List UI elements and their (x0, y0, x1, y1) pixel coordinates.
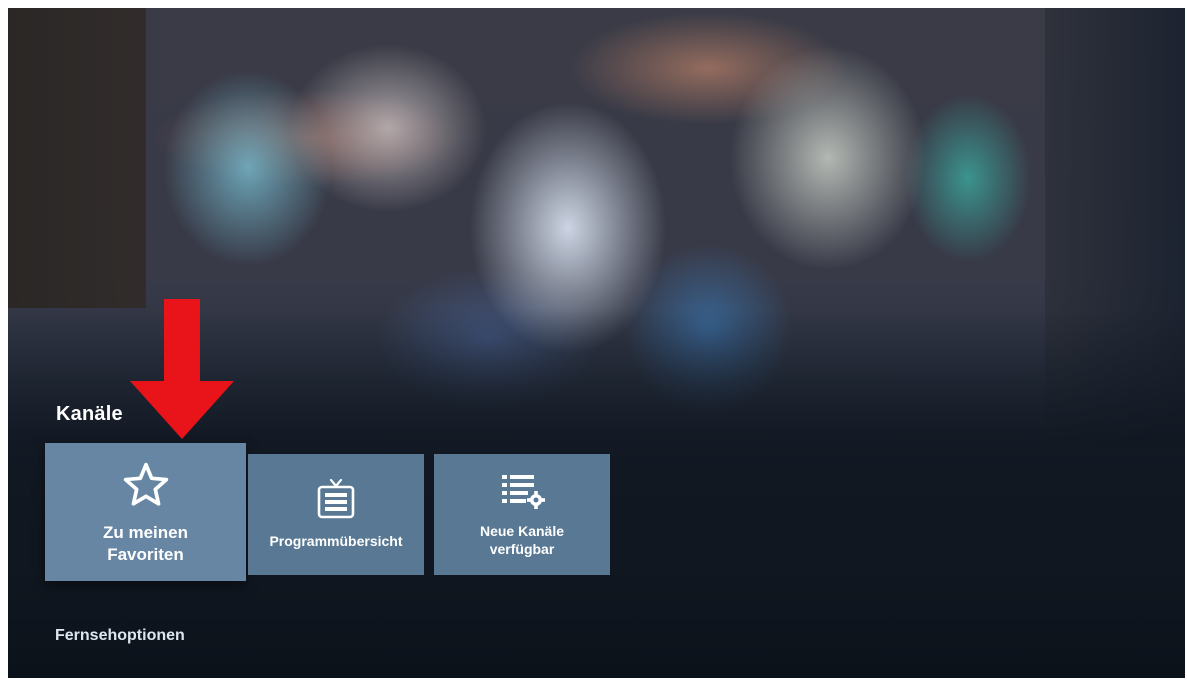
star-outline-icon (119, 459, 173, 516)
channel-list-settings-icon (498, 471, 546, 516)
tile-label: Zu meinen Favoriten (102, 522, 188, 564)
tv-guide-icon (316, 478, 356, 525)
add-to-favorites-tile[interactable]: Zu meinen Favoriten (45, 443, 246, 581)
tile-label: Programmübersicht (269, 533, 403, 549)
program-guide-tile[interactable]: Programmübersicht (248, 454, 424, 575)
channels-row-title: Kanäle (56, 403, 123, 425)
tv-options-section-title: Fernsehoptionen (55, 627, 185, 644)
background-left-panel (8, 8, 146, 308)
red-arrow-down-icon (130, 299, 234, 439)
new-channels-tile[interactable]: Neue Kanäle verfügbar (434, 454, 610, 575)
tile-label: Neue Kanäle verfügbar (479, 523, 565, 557)
